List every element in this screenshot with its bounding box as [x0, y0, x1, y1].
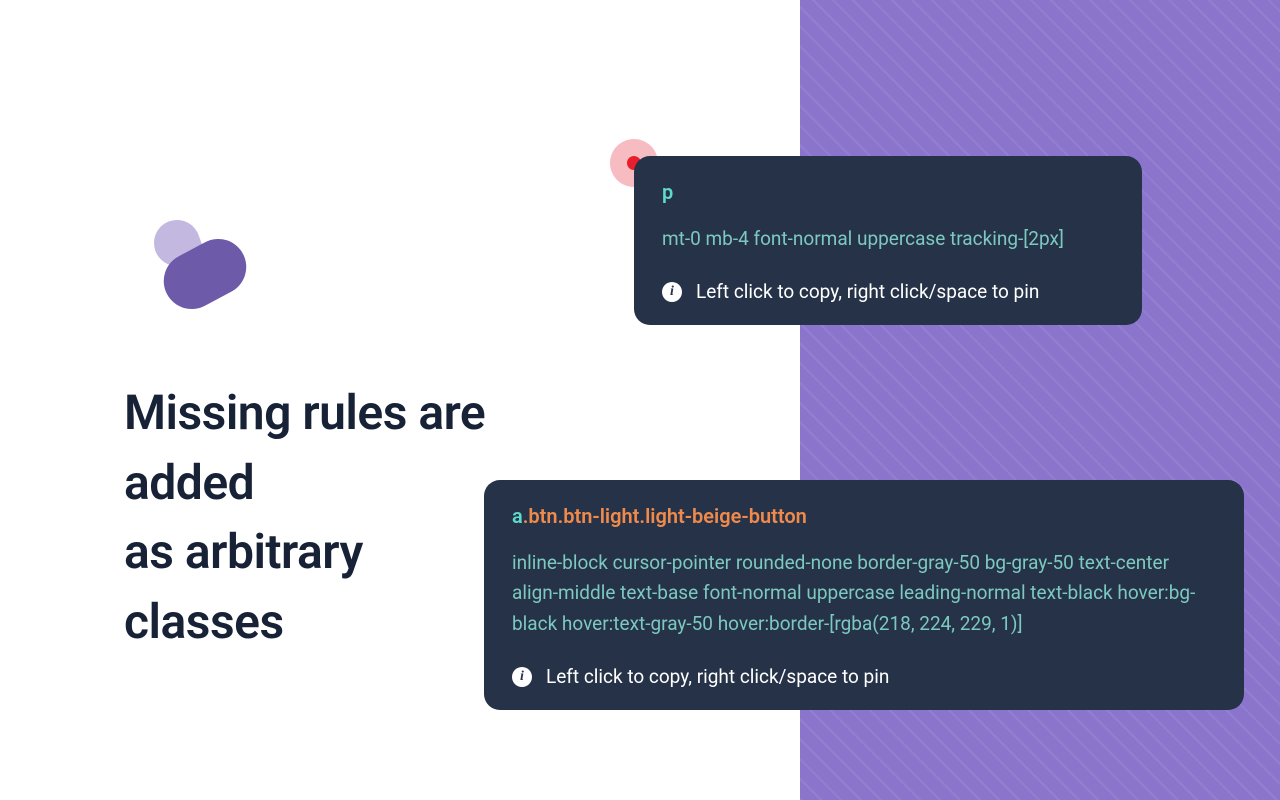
css-selector: p [662, 180, 1114, 204]
tailwind-classes: inline-block cursor-pointer rounded-none… [512, 548, 1216, 639]
selector-class: .btn.btn-light.light-beige-button [523, 504, 807, 528]
tailwind-classes: mt-0 mb-4 font-normal uppercase tracking… [662, 224, 1114, 254]
info-icon: i [662, 282, 682, 302]
tooltip-hint: i Left click to copy, right click/space … [512, 665, 1216, 688]
info-icon: i [512, 667, 532, 687]
hint-text: Left click to copy, right click/space to… [546, 665, 889, 688]
headline-text: Missing rules are added as arbitrary cla… [124, 378, 485, 656]
selector-tag: a [512, 504, 523, 528]
inspector-tooltip-2[interactable]: a.btn.btn-light.light-beige-button inlin… [484, 480, 1244, 710]
selector-tag: p [662, 180, 673, 204]
css-selector: a.btn.btn-light.light-beige-button [512, 504, 1216, 528]
tooltip-hint: i Left click to copy, right click/space … [662, 280, 1114, 303]
inspector-tooltip-1[interactable]: p mt-0 mb-4 font-normal uppercase tracki… [634, 156, 1142, 325]
app-logo [148, 218, 248, 318]
hint-text: Left click to copy, right click/space to… [696, 280, 1039, 303]
